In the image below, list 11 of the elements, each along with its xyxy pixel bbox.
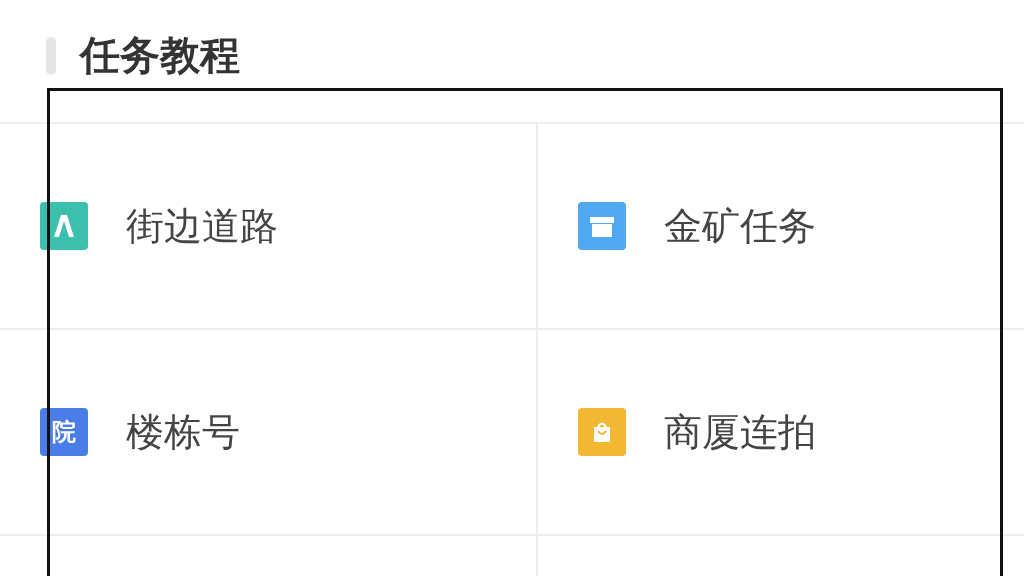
glyph-icon: 院 [40, 408, 88, 456]
accent-bar [46, 37, 56, 75]
menu-tile[interactable]: 商厦连拍 [536, 330, 1024, 536]
tile-label: 商厦连拍 [664, 408, 816, 456]
menu-tile[interactable]: 院 楼栋号 [0, 330, 536, 536]
tile-label: 金矿任务 [664, 202, 816, 250]
menu-tile[interactable]: 街边道路 [0, 124, 536, 330]
section-title: 任务教程 [80, 30, 240, 80]
tile-label: 街边道路 [126, 202, 278, 250]
tile-label: 楼栋号 [126, 408, 240, 456]
menu-tile[interactable]: 金矿任务 [536, 124, 1024, 330]
